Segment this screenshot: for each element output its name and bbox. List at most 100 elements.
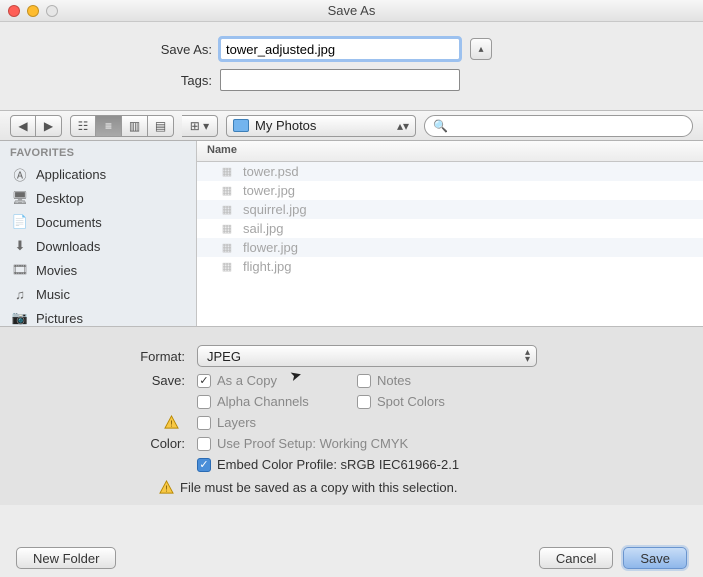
window-title: Save As <box>0 3 703 18</box>
alpha-channels-label: Alpha Channels <box>217 394 309 409</box>
location-label: My Photos <box>255 118 316 133</box>
documents-icon: 📄 <box>12 214 28 230</box>
sidebar-item-label: Music <box>36 287 70 302</box>
chevron-updown-icon: ▴▾ <box>397 119 409 133</box>
desktop-icon: 🖥 <box>12 190 28 206</box>
column-view-button[interactable]: ▥ <box>122 115 148 137</box>
location-popup[interactable]: My Photos ▴▾ <box>226 115 416 137</box>
file-list: Name ▦ tower.psd ▦ tower.jpg ▦ squirrel.jpg… <box>197 141 703 326</box>
layers-label: Layers <box>217 415 256 430</box>
music-icon: ♫ <box>12 286 28 302</box>
notes-checkbox[interactable] <box>357 374 371 388</box>
sidebar-item-label: Documents <box>36 215 102 230</box>
options-panel: Format: JPEG ▴▾ Save: As a Copy Notes Al… <box>0 326 703 505</box>
file-row[interactable]: ▦ tower.jpg <box>197 181 703 200</box>
save-button[interactable]: Save <box>623 547 687 569</box>
list-view-button[interactable]: ≡ <box>96 115 122 137</box>
sidebar-item-movies[interactable]: 🎞 Movies <box>0 258 196 282</box>
search-icon: 🔍 <box>433 119 448 133</box>
column-header-name[interactable]: Name <box>197 141 703 162</box>
proof-setup-label: Use Proof Setup: Working CMYK <box>217 436 408 451</box>
spot-colors-label: Spot Colors <box>377 394 445 409</box>
pictures-icon: 📷 <box>12 310 28 326</box>
sidebar-item-applications[interactable]: Ⓐ Applications <box>0 162 196 186</box>
sidebar: FAVORITES Ⓐ Applications 🖥 Desktop 📄 Docume… <box>0 141 197 326</box>
view-mode-segment: ☷ ≡ ▥ ▤ <box>70 115 174 137</box>
sidebar-item-label: Movies <box>36 263 77 278</box>
dialog-footer: New Folder Cancel Save <box>0 547 703 569</box>
alpha-channels-checkbox[interactable] <box>197 395 211 409</box>
file-icon: ▦ <box>219 184 235 197</box>
as-a-copy-checkbox[interactable] <box>197 374 211 388</box>
svg-text:!: ! <box>165 483 167 493</box>
file-icon: ▦ <box>219 222 235 235</box>
sidebar-item-label: Pictures <box>36 311 83 326</box>
sidebar-item-label: Applications <box>36 167 106 182</box>
file-name: tower.psd <box>243 164 299 179</box>
movies-icon: 🎞 <box>12 262 28 278</box>
expand-browser-button[interactable]: ▴ <box>470 38 492 60</box>
file-row[interactable]: ▦ tower.psd <box>197 162 703 181</box>
sidebar-item-pictures[interactable]: 📷 Pictures <box>0 306 196 330</box>
file-row[interactable]: ▦ squirrel.jpg <box>197 200 703 219</box>
file-row[interactable]: ▦ flower.jpg <box>197 238 703 257</box>
file-row[interactable]: ▦ flight.jpg <box>197 257 703 276</box>
embed-profile-checkbox[interactable] <box>197 458 211 472</box>
tags-input[interactable] <box>220 69 460 91</box>
color-options-label: Color: <box>24 436 197 451</box>
file-row[interactable]: ▦ sail.jpg <box>197 219 703 238</box>
file-icon: ▦ <box>219 260 235 273</box>
warning-message-row: ! File must be saved as a copy with this… <box>24 480 679 495</box>
sidebar-header: FAVORITES <box>0 141 196 162</box>
file-name: squirrel.jpg <box>243 202 307 217</box>
format-value: JPEG <box>207 349 241 364</box>
proof-setup-checkbox[interactable] <box>197 437 211 451</box>
coverflow-view-button[interactable]: ▤ <box>148 115 174 137</box>
format-select[interactable]: JPEG ▴▾ <box>197 345 537 367</box>
svg-text:!: ! <box>170 418 172 428</box>
warning-icon: ! <box>159 480 174 495</box>
sidebar-item-documents[interactable]: 📄 Documents <box>0 210 196 234</box>
warning-icon: ! <box>164 415 179 430</box>
icon-view-button[interactable]: ☷ <box>70 115 96 137</box>
as-a-copy-label: As a Copy <box>217 373 277 388</box>
sidebar-item-label: Desktop <box>36 191 84 206</box>
file-name: tower.jpg <box>243 183 295 198</box>
layers-checkbox[interactable] <box>197 416 211 430</box>
search-field[interactable]: 🔍 <box>424 115 693 137</box>
sidebar-item-downloads[interactable]: ⬇ Downloads <box>0 234 196 258</box>
filename-input[interactable] <box>220 38 460 60</box>
downloads-icon: ⬇ <box>12 238 28 254</box>
titlebar: Save As <box>0 0 703 22</box>
file-name: flower.jpg <box>243 240 298 255</box>
cancel-button[interactable]: Cancel <box>539 547 613 569</box>
nav-segment: ◀ ▶ <box>10 115 62 137</box>
forward-button[interactable]: ▶ <box>36 115 62 137</box>
new-folder-button[interactable]: New Folder <box>16 547 116 569</box>
file-icon: ▦ <box>219 203 235 216</box>
save-options-label: Save: <box>24 373 197 388</box>
folder-icon <box>233 119 249 132</box>
embed-profile-label: Embed Color Profile: sRGB IEC61966-2.1 <box>217 457 459 472</box>
tags-label: Tags: <box>24 73 220 88</box>
sidebar-item-desktop[interactable]: 🖥 Desktop <box>0 186 196 210</box>
save-form: Save As: ▴ Tags: <box>0 22 703 111</box>
file-icon: ▦ <box>219 241 235 254</box>
arrange-segment: ⊞ ▾ <box>182 115 218 137</box>
warning-message: File must be saved as a copy with this s… <box>180 480 457 495</box>
sidebar-item-music[interactable]: ♫ Music <box>0 282 196 306</box>
sidebar-item-label: Downloads <box>36 239 100 254</box>
spot-colors-checkbox[interactable] <box>357 395 371 409</box>
file-browser: FAVORITES Ⓐ Applications 🖥 Desktop 📄 Docume… <box>0 141 703 326</box>
file-name: sail.jpg <box>243 221 283 236</box>
apps-icon: Ⓐ <box>12 166 28 182</box>
arrange-button[interactable]: ⊞ ▾ <box>182 115 218 137</box>
chevron-updown-icon: ▴▾ <box>525 349 530 363</box>
back-button[interactable]: ◀ <box>10 115 36 137</box>
file-icon: ▦ <box>219 165 235 178</box>
notes-label: Notes <box>377 373 411 388</box>
file-name: flight.jpg <box>243 259 291 274</box>
saveas-label: Save As: <box>24 42 220 57</box>
browser-toolbar: ◀ ▶ ☷ ≡ ▥ ▤ ⊞ ▾ My Photos ▴▾ 🔍 <box>0 111 703 141</box>
format-label: Format: <box>24 349 197 364</box>
